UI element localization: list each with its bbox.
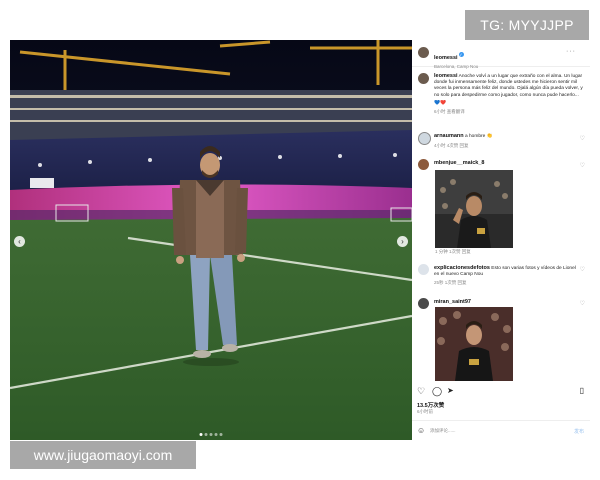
post-sidebar: leomessi✓ Barcelona, Camp Nou ··· leomes… [412, 40, 590, 440]
post-header: leomessi✓ Barcelona, Camp Nou ··· [412, 40, 590, 69]
stadium-photo [10, 40, 412, 440]
avatar[interactable] [418, 73, 429, 84]
comment-username[interactable]: mbenjue__maick_8 [434, 160, 484, 166]
heart-icon[interactable]: ♡ [580, 135, 585, 142]
bookmark-icon[interactable]: ▯ [580, 386, 584, 395]
caption-meta: 6小时 查看翻译 [434, 109, 465, 115]
post-date: 6小时前 [417, 409, 434, 414]
heart-icon[interactable]: ♡ [580, 300, 585, 307]
comment-box: ☺ 添加评论...... 发布 [412, 420, 590, 441]
comment-input[interactable]: 添加评论...... [430, 428, 456, 434]
comment-meta: 25秒 1次赞 回复 [434, 280, 467, 286]
post-caption: leomessi Anoche volví a un lugar que ext… [434, 73, 583, 98]
avatar[interactable] [418, 264, 429, 275]
chevron-right-icon[interactable]: › [397, 236, 408, 247]
comment-image[interactable] [435, 170, 513, 248]
comment-meta: 1 分钟 1次赞 回复 [435, 249, 471, 254]
post-comment-button[interactable]: 发布 [574, 428, 584, 435]
avatar[interactable] [418, 132, 431, 145]
post-username[interactable]: leomessi [434, 55, 458, 61]
share-icon[interactable]: ➤ [447, 386, 454, 395]
comment-username[interactable]: miran_saint97 [434, 299, 471, 305]
comment-text: arnaumann a hombre 👏 [434, 133, 493, 139]
heart-icon[interactable]: ♡ [580, 162, 585, 169]
comment-text: explicacionesdefotos Esto son varias fot… [434, 265, 576, 278]
more-options-icon[interactable]: ··· [566, 48, 576, 55]
verified-badge-icon: ✓ [458, 52, 464, 58]
chevron-left-icon[interactable]: ‹ [14, 236, 25, 247]
watermark-top: TG: MYYJJPP [465, 10, 589, 40]
caption-emoji: 💙❤️ [434, 100, 446, 106]
emoji-icon[interactable]: ☺ [417, 426, 425, 435]
carousel-dots [199, 433, 223, 436]
watermark-bottom: www.jiugaomaoyi.com [10, 441, 196, 469]
heart-icon[interactable]: ♡ [417, 386, 425, 397]
post-location[interactable]: Barcelona, Camp Nou [434, 64, 478, 69]
avatar[interactable] [418, 159, 429, 170]
likes-count[interactable]: 13.5万次赞 [417, 401, 444, 409]
comment-icon[interactable]: ◯ [432, 386, 442, 397]
post-photo[interactable]: ‹ › [10, 40, 412, 440]
avatar[interactable] [418, 298, 429, 309]
heart-icon[interactable]: ♡ [580, 266, 585, 273]
avatar[interactable] [418, 47, 429, 58]
player-photo [435, 307, 513, 381]
player-photo [435, 170, 513, 248]
comment-meta: 4小时 4次赞 回复 [434, 143, 469, 149]
action-bar: ♡ ◯ ➤ ▯ [412, 386, 590, 398]
comment-image[interactable] [435, 307, 513, 381]
